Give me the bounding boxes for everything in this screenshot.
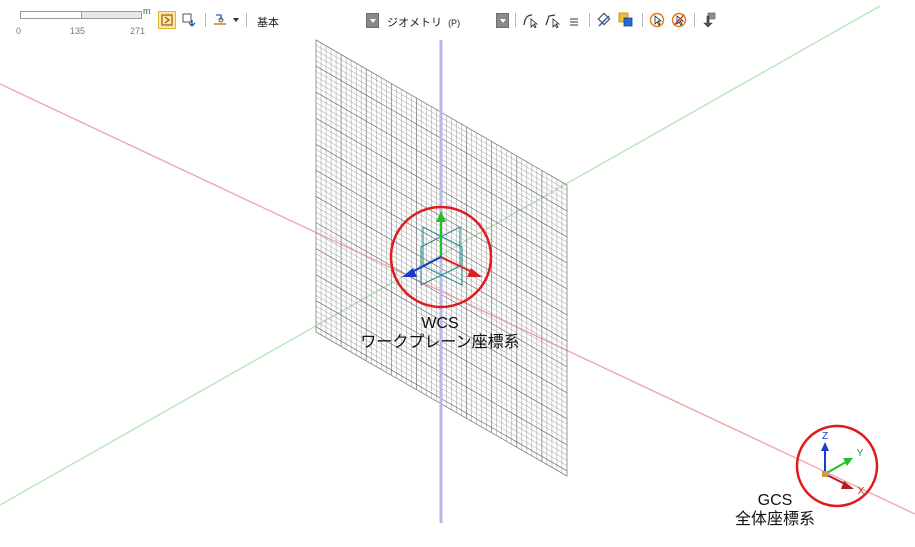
filter-button[interactable] [700, 11, 718, 29]
select-curve-icon [523, 14, 538, 28]
gcs-z-arrow-head [821, 442, 829, 451]
3d-viewport[interactable]: Z Y X [0, 0, 915, 547]
gcs-z-label: Z [822, 431, 828, 442]
gcs-caption: GCS 全体座標系 [705, 491, 845, 529]
scale-unit: m [143, 6, 151, 16]
select-all-button[interactable] [648, 11, 666, 29]
snap-grid-button[interactable] [158, 11, 176, 29]
move-workplane-icon [182, 13, 196, 27]
wcs-x-arrow-shaft [440, 256, 475, 274]
workplane-options-button[interactable] [212, 11, 230, 29]
list-icon [570, 18, 578, 26]
scale-tick-0: 0 [16, 26, 22, 36]
selection-filter-dropdown[interactable] [496, 13, 509, 28]
deselect-button[interactable] [670, 11, 688, 29]
select-edge-button[interactable] [543, 11, 561, 29]
snap-grid-icon [161, 14, 173, 26]
wcs-x-arrow-head [467, 268, 482, 277]
filter-arrow-icon [703, 12, 716, 28]
gcs-y-label: Y [857, 448, 864, 459]
select-box-icon [618, 12, 633, 27]
gcs-abbr: GCS [757, 492, 793, 509]
clear-selection-button[interactable] [595, 11, 613, 29]
select-cursor-icon [649, 12, 665, 28]
wcs-abbr: WCS [421, 315, 459, 332]
mode-label[interactable]: 基本 [257, 14, 279, 30]
geometry-label[interactable]: ジオメトリ (P) [387, 14, 460, 30]
gcs-x-label: X [858, 486, 865, 497]
geometry-hotkey: (P) [448, 18, 461, 28]
workplane-options-dropdown[interactable] [233, 18, 239, 22]
select-edge-icon [545, 14, 560, 28]
workplane-options-icon [214, 14, 226, 25]
list-options-button[interactable] [565, 11, 583, 29]
select-box-button[interactable] [617, 11, 635, 29]
clear-selection-icon [597, 12, 611, 27]
scale-tick-2: 271 [130, 26, 146, 36]
gcs-name: 全体座標系 [734, 511, 815, 528]
geometry-label-text: ジオメトリ [387, 17, 442, 29]
global-x-axis [0, 83, 915, 515]
select-curve-button[interactable] [521, 11, 539, 29]
wcs-caption: WCS ワークプレーン座標系 [340, 314, 540, 352]
gcs-origin [822, 471, 828, 477]
scale-bar: m 0 135 271 [16, 6, 153, 37]
geometry-dropdown-toggle[interactable] [366, 13, 379, 28]
viewport-toolbar: m 0 135 271 基本 ジオメトリ (P) [0, 0, 915, 40]
scale-tick-1: 135 [70, 26, 86, 36]
move-workplane-button[interactable] [180, 11, 198, 29]
deselect-cursor-icon [671, 12, 687, 28]
wcs-name: ワークプレーン座標系 [360, 334, 520, 351]
gcs-y-arrow-shaft [824, 461, 847, 475]
wcs-y-arrow-head [436, 211, 446, 222]
